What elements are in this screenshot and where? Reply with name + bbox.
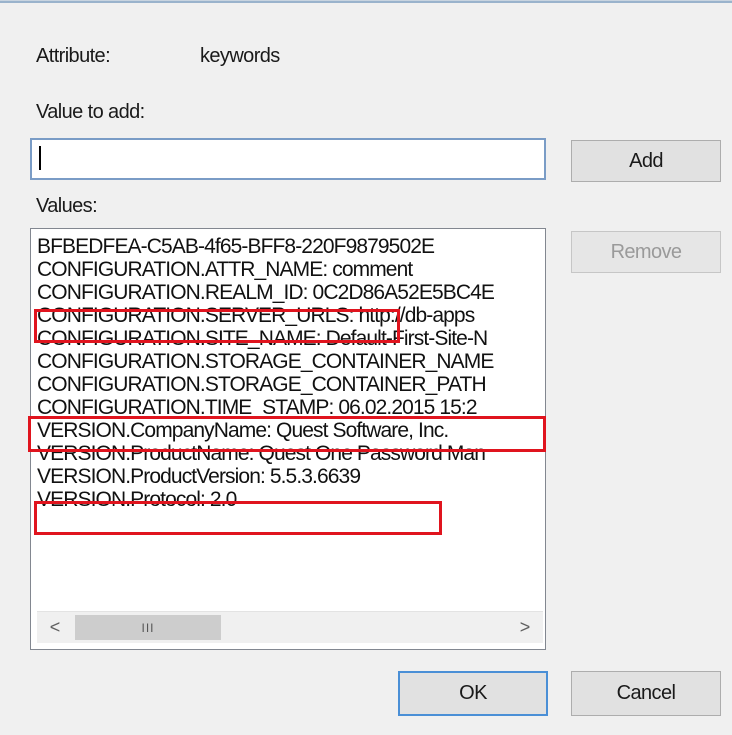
values-label: Values: bbox=[36, 195, 98, 217]
list-item[interactable]: CONFIGURATION.REALM_ID: 0C2D86A52E5BC4E bbox=[37, 281, 545, 304]
scroll-left-arrow-icon[interactable]: < bbox=[37, 612, 73, 643]
values-listbox[interactable]: BFBEDFEA-C5AB-4f65-BFF8-220F9879502E CON… bbox=[30, 228, 546, 650]
horizontal-scrollbar[interactable]: < III > bbox=[37, 611, 543, 643]
attribute-label: Attribute: bbox=[36, 45, 111, 67]
text-caret bbox=[39, 146, 41, 170]
list-item[interactable]: VERSION.ProductName: Quest One Password … bbox=[37, 442, 545, 465]
remove-button[interactable]: Remove bbox=[571, 231, 721, 273]
value-to-add-input[interactable] bbox=[30, 138, 546, 180]
edit-attribute-dialog: Attribute: keywords Value to add: Add Va… bbox=[0, 0, 732, 735]
title-divider bbox=[0, 1, 732, 3]
cancel-button[interactable]: Cancel bbox=[571, 671, 721, 716]
list-item[interactable]: CONFIGURATION.ATTR_NAME: comment bbox=[37, 258, 545, 281]
list-item[interactable]: BFBEDFEA-C5AB-4f65-BFF8-220F9879502E bbox=[37, 235, 545, 258]
scroll-thumb[interactable]: III bbox=[75, 615, 221, 640]
values-list: BFBEDFEA-C5AB-4f65-BFF8-220F9879502E CON… bbox=[37, 235, 545, 605]
list-item[interactable]: VERSION.ProductVersion: 5.5.3.6639 bbox=[37, 465, 545, 488]
list-item[interactable]: VERSION.CompanyName: Quest Software, Inc… bbox=[37, 419, 545, 442]
value-to-add-label: Value to add: bbox=[36, 101, 145, 123]
ok-button[interactable]: OK bbox=[398, 671, 548, 716]
list-item[interactable]: CONFIGURATION.TIME_STAMP: 06.02.2015 15:… bbox=[37, 396, 545, 419]
add-button[interactable]: Add bbox=[571, 140, 721, 182]
list-item[interactable]: CONFIGURATION.STORAGE_CONTAINER_NAME bbox=[37, 350, 545, 373]
list-item[interactable]: CONFIGURATION.STORAGE_CONTAINER_PATH bbox=[37, 373, 545, 396]
list-item[interactable]: CONFIGURATION.SERVER_URLS: http://db-app… bbox=[37, 304, 545, 327]
scroll-right-arrow-icon[interactable]: > bbox=[507, 612, 543, 643]
list-item[interactable]: CONFIGURATION.SITE_NAME: Default-First-S… bbox=[37, 327, 545, 350]
list-item[interactable]: VERSION.Protocol: 2.0 bbox=[37, 488, 545, 511]
attribute-value: keywords bbox=[200, 45, 280, 67]
